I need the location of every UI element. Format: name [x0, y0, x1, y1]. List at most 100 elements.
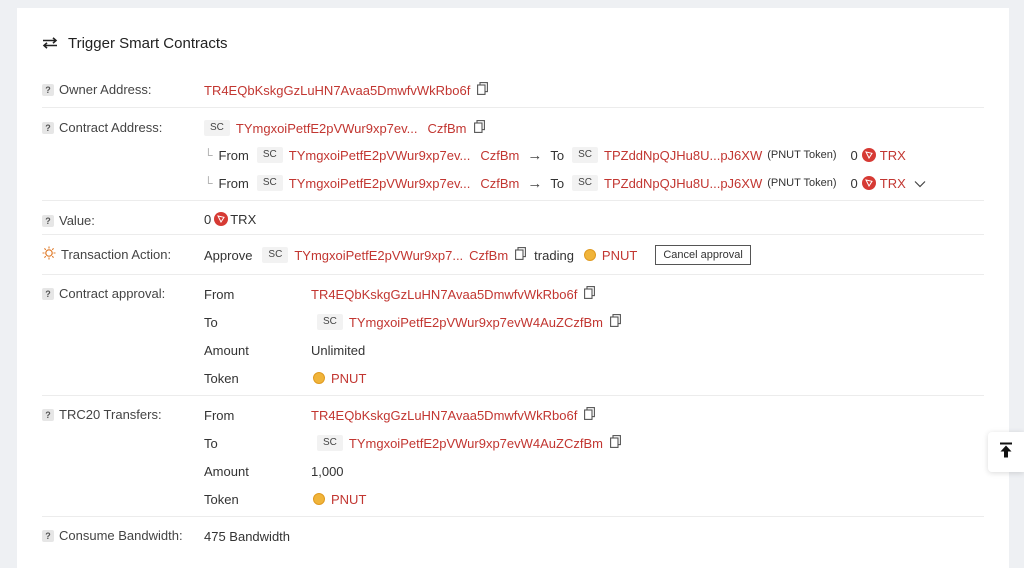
- help-icon[interactable]: ?: [42, 287, 54, 300]
- action-verb: Approve: [204, 247, 253, 263]
- from-address-start[interactable]: TYmgxoiPetfE2pVWur9xp7ev...: [289, 148, 471, 163]
- value-label: ? Value:: [42, 213, 95, 228]
- sc-badge: SC: [572, 175, 599, 191]
- trc20-to-address[interactable]: TYmgxoiPetfE2pVWur9xp7evW4AuZCzfBm: [349, 436, 603, 451]
- bandwidth-label: ? Consume Bandwidth:: [42, 528, 183, 543]
- trx-icon: [861, 176, 876, 190]
- pnut-token-icon: [313, 493, 325, 505]
- pnut-token-link[interactable]: PNUT: [331, 492, 366, 507]
- approval-amount-value: Unlimited: [311, 342, 366, 358]
- to-address[interactable]: TPZddNpQJHu8U...pJ6XW: [604, 176, 762, 191]
- trc20-token-value: PNUT: [311, 490, 366, 508]
- divider: [42, 516, 984, 517]
- right-arrow-icon: →: [527, 146, 543, 164]
- copy-icon[interactable]: [584, 407, 596, 423]
- action-label: Transaction Action:: [42, 246, 171, 263]
- sc-badge: SC: [262, 247, 289, 263]
- value-content: 0 TRX: [204, 210, 256, 228]
- owner-address-link[interactable]: TR4EQbKskgGzLuHN7Avaa5DmwfvWkRbo6f: [204, 83, 470, 98]
- divider: [42, 274, 984, 275]
- approval-token-label: Token: [204, 370, 239, 386]
- from-address-end[interactable]: CzfBm: [480, 148, 519, 163]
- copy-icon[interactable]: [610, 314, 621, 330]
- action-word: trading: [534, 247, 574, 263]
- help-icon[interactable]: ?: [42, 214, 54, 227]
- owner-label: ? Owner Address:: [42, 82, 152, 97]
- bandwidth-value: 475 Bandwidth: [204, 528, 291, 544]
- trc20-label: ? TRC20 Transfers:: [42, 407, 162, 422]
- to-label: To: [550, 147, 565, 163]
- card-title: Trigger Smart Contracts: [68, 34, 228, 52]
- approval-from-address[interactable]: TR4EQbKskgGzLuHN7Avaa5DmwfvWkRbo6f: [311, 287, 577, 302]
- internal-transfer-row: └ From SC TYmgxoiPetfE2pVWur9xp7ev... Cz…: [204, 174, 926, 192]
- trx-link[interactable]: TRX: [880, 148, 906, 163]
- contract-value: SC TYmgxoiPetfE2pVWur9xp7ev... CzfBm: [204, 119, 485, 137]
- help-icon[interactable]: ?: [42, 121, 54, 134]
- copy-icon[interactable]: [473, 120, 485, 136]
- action-address-end[interactable]: CzfBm: [469, 248, 508, 263]
- sc-badge: SC: [256, 147, 283, 163]
- value-row: ? Value: 0 TRX: [42, 210, 984, 230]
- from-address-start[interactable]: TYmgxoiPetfE2pVWur9xp7ev...: [289, 176, 471, 191]
- trc20-token-label: Token: [204, 491, 239, 507]
- cancel-approval-button[interactable]: Cancel approval: [655, 245, 751, 265]
- trx-icon: [214, 212, 229, 226]
- trc20-to-value: SC TYmgxoiPetfE2pVWur9xp7evW4AuZCzfBm: [311, 434, 621, 452]
- sc-badge: SC: [317, 314, 343, 330]
- contract-row: ? Contract Address: SC TYmgxoiPetfE2pVWu…: [42, 118, 984, 198]
- tree-connector: └: [204, 176, 213, 190]
- contract-address-start[interactable]: TYmgxoiPetfE2pVWur9xp7ev...: [236, 121, 418, 136]
- pnut-token-icon: [583, 249, 596, 261]
- owner-value: TR4EQbKskgGzLuHN7Avaa5DmwfvWkRbo6f: [204, 81, 489, 99]
- approval-amount-label: Amount: [204, 342, 249, 358]
- help-icon[interactable]: ?: [42, 408, 54, 421]
- copy-icon[interactable]: [477, 82, 489, 98]
- transfer-amount: 0: [850, 147, 858, 163]
- copy-icon[interactable]: [584, 286, 596, 302]
- internal-transfer-row: └ From SC TYmgxoiPetfE2pVWur9xp7ev... Cz…: [204, 146, 906, 164]
- pnut-token-link[interactable]: PNUT: [602, 248, 637, 263]
- trc20-from-value: TR4EQbKskgGzLuHN7Avaa5DmwfvWkRbo6f: [311, 406, 596, 424]
- trc20-from-label: From: [204, 407, 235, 423]
- token-note: (PNUT Token): [767, 177, 837, 189]
- owner-row: ? Owner Address: TR4EQbKskgGzLuHN7Avaa5D…: [42, 80, 984, 100]
- to-label: To: [550, 175, 565, 191]
- sc-badge: SC: [572, 147, 599, 163]
- contract-address-end[interactable]: CzfBm: [428, 121, 467, 136]
- trx-icon: [861, 148, 876, 162]
- divider: [42, 107, 984, 108]
- action-address-start[interactable]: TYmgxoiPetfE2pVWur9xp7...: [294, 248, 463, 263]
- transfer-amount: 0: [850, 175, 858, 191]
- trc20-from-address[interactable]: TR4EQbKskgGzLuHN7Avaa5DmwfvWkRbo6f: [311, 408, 577, 423]
- trx-link[interactable]: TRX: [880, 176, 906, 191]
- help-icon[interactable]: ?: [42, 529, 54, 542]
- chevron-down-icon[interactable]: [914, 176, 926, 191]
- contract-label: ? Contract Address:: [42, 120, 162, 135]
- right-arrow-icon: →: [527, 174, 543, 192]
- approval-from-value: TR4EQbKskgGzLuHN7Avaa5DmwfvWkRbo6f: [311, 285, 596, 303]
- copy-icon[interactable]: [610, 435, 621, 451]
- arrow-up-to-top-icon: [999, 442, 1013, 463]
- back-to-top-button[interactable]: [988, 432, 1024, 472]
- approval-label: ? Contract approval:: [42, 286, 165, 301]
- from-address-end[interactable]: CzfBm: [480, 176, 519, 191]
- copy-icon[interactable]: [515, 247, 527, 263]
- pnut-token-link[interactable]: PNUT: [331, 371, 366, 386]
- divider: [42, 200, 984, 201]
- trc20-amount-value: 1,000: [311, 463, 344, 479]
- lightbulb-icon: [42, 246, 56, 263]
- sc-badge: SC: [204, 120, 230, 136]
- approval-to-value: SC TYmgxoiPetfE2pVWur9xp7evW4AuZCzfBm: [311, 313, 621, 331]
- help-icon[interactable]: ?: [42, 83, 54, 96]
- trigger-smart-contracts-card: Trigger Smart Contracts ? Owner Address:…: [17, 8, 1009, 568]
- approval-section: ? Contract approval: From TR4EQbKskgGzLu…: [42, 284, 984, 394]
- approval-to-address[interactable]: TYmgxoiPetfE2pVWur9xp7evW4AuZCzfBm: [349, 315, 603, 330]
- swap-arrows-icon: [42, 37, 58, 49]
- to-address[interactable]: TPZddNpQJHu8U...pJ6XW: [604, 148, 762, 163]
- value-currency: TRX: [230, 211, 257, 227]
- sc-badge: SC: [256, 175, 283, 191]
- action-row: Transaction Action: Approve SC TYmgxoiPe…: [42, 244, 984, 266]
- pnut-token-icon: [313, 372, 325, 384]
- tree-connector: └: [204, 148, 213, 162]
- approval-token-value: PNUT: [311, 369, 366, 387]
